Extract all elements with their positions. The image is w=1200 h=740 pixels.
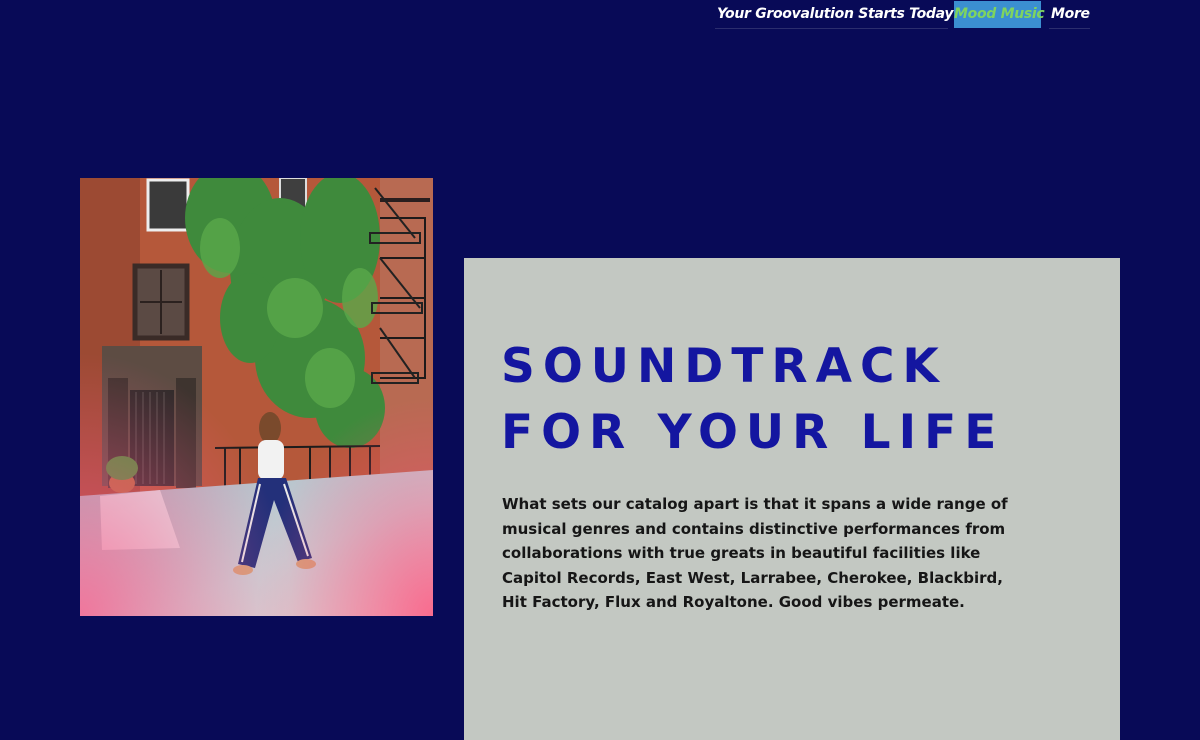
hero-photo — [80, 178, 433, 616]
intro-paragraph: What sets our catalog apart is that it s… — [502, 495, 1008, 611]
page-title: SOUNDTRACK FOR YOUR LIFE — [501, 334, 1004, 466]
street-scene-illustration — [80, 178, 433, 616]
headline-line-1: SOUNDTRACK — [501, 339, 947, 394]
headline-line-2: FOR YOUR LIFE — [501, 405, 1005, 460]
top-navigation: Your Groovalution Starts Today Mood Musi… — [0, 0, 1200, 30]
nav-item-groovalution[interactable]: Your Groovalution Starts Today — [715, 1, 953, 29]
nav-item-mood-music[interactable]: Mood Music — [954, 1, 1045, 28]
intro-card: SOUNDTRACK FOR YOUR LIFE What sets our c… — [464, 258, 1120, 740]
nav-item-more[interactable]: More — [1049, 1, 1090, 29]
